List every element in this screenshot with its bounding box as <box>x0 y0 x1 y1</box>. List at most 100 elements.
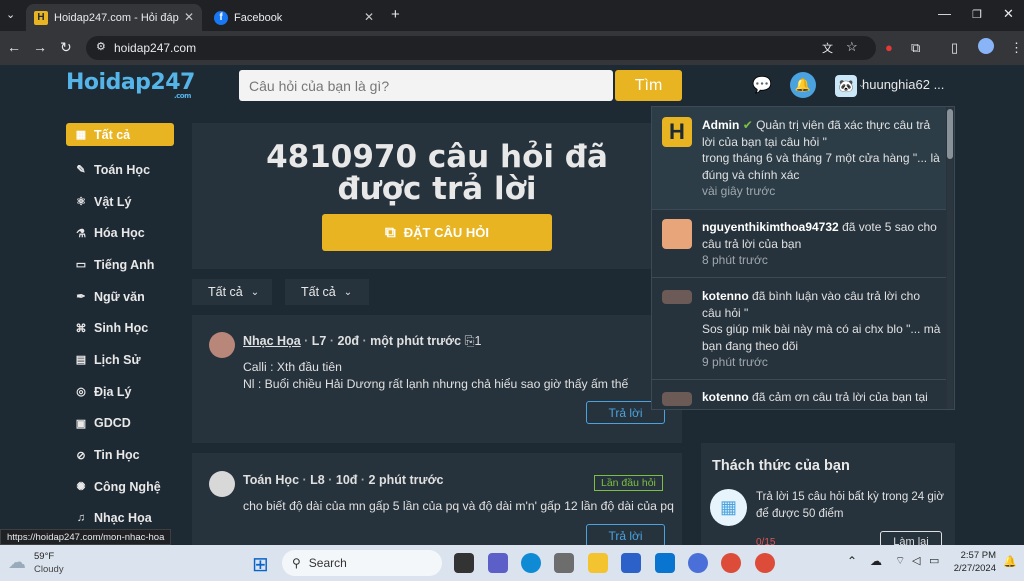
notification-item[interactable]: nguyenthikimthoa94732 đã vote 5 sao cho … <box>652 210 946 278</box>
weather-temp[interactable]: 59°F <box>34 551 54 562</box>
avatar[interactable]: 🐼 <box>835 75 857 97</box>
sidebar-item-informatics[interactable]: ⊘ Tin Học <box>66 439 174 471</box>
teams-icon[interactable] <box>488 553 508 573</box>
reload-icon[interactable]: ↻ <box>60 39 72 56</box>
sidebar-item-history[interactable]: ▤ Lịch Sử <box>66 344 174 376</box>
notification-bell-icon[interactable]: 🔔 <box>1003 555 1017 568</box>
question-card[interactable]: Toán Học · L8 · 10đ · 2 phút trước Lần đ… <box>192 453 682 547</box>
translate-icon[interactable]: 文 <box>822 40 833 56</box>
site-info-icon[interactable]: ⚙ <box>96 40 106 53</box>
sidebar-item-gdcd[interactable]: ▣ GDCD <box>66 408 174 440</box>
clock-time[interactable]: 2:57 PM <box>958 550 996 561</box>
extension-badge-icon[interactable]: ● <box>885 40 893 55</box>
close-tab-icon[interactable]: ✕ <box>364 10 374 24</box>
volume-icon[interactable]: ◁ <box>912 554 920 567</box>
file-explorer-icon[interactable] <box>588 553 608 573</box>
window-close-icon[interactable]: ✕ <box>1003 6 1014 22</box>
minimize-icon[interactable]: — <box>938 6 951 21</box>
question-card[interactable]: Nhạc Họa · L7 · 20đ · một phút trước ⎘1 … <box>192 315 682 443</box>
profile-avatar-icon[interactable] <box>978 38 994 54</box>
hoidap-favicon-icon: H <box>34 10 48 25</box>
chrome-menu-icon[interactable]: ⋮ <box>1010 40 1023 56</box>
weather-desc[interactable]: Cloudy <box>34 564 64 575</box>
notification-item[interactable]: H Admin ✔ Quản trị viên đã xác thực câu … <box>652 107 946 210</box>
battery-icon[interactable]: ▭ <box>929 554 939 567</box>
wifi-icon[interactable]: ⌔ <box>895 554 905 568</box>
forward-icon[interactable]: → <box>33 39 47 55</box>
question-time: một phút trước <box>370 334 462 348</box>
question-text[interactable]: cho biết độ dài của mn gấp 5 lần của pq … <box>243 498 674 515</box>
new-tab-icon[interactable]: + <box>391 6 400 23</box>
sidebar-item-english[interactable]: ▭ Tiếng Anh <box>66 249 174 281</box>
chrome-icon[interactable] <box>721 553 741 573</box>
question-subject[interactable]: Toán Học <box>243 473 299 487</box>
calculator-icon[interactable] <box>554 553 574 573</box>
sidebar-item-label: Tiếng Anh <box>94 257 155 272</box>
tab-hoidap247[interactable]: H Hoidap247.com - Hỏi đáp bài tập ✕ <box>26 4 202 31</box>
math-icon: ✎ <box>76 164 86 177</box>
restore-icon[interactable]: ❐ <box>972 8 982 21</box>
close-tab-icon[interactable]: ✕ <box>184 10 194 24</box>
search-input[interactable]: Câu hỏi của bạn là gì? <box>239 70 613 101</box>
taskbar-search[interactable]: ⚲ Search <box>282 550 442 576</box>
onedrive-icon[interactable]: ☁ <box>870 554 882 568</box>
task-view-icon[interactable] <box>454 553 474 573</box>
username[interactable]: huunghia62 ... <box>862 77 944 92</box>
chevron-up-icon[interactable]: ⌃ <box>847 554 857 568</box>
challenge-line: để được 50 điểm <box>756 508 844 520</box>
bookmark-star-icon[interactable]: ☆ <box>846 39 858 55</box>
side-panel-icon[interactable]: ▯ <box>951 40 958 56</box>
bell-icon[interactable]: 🔔 <box>790 72 816 98</box>
cloud-icon[interactable]: ☁ <box>8 552 26 573</box>
physics-icon: ⚛ <box>76 196 86 209</box>
sidebar-item-geography[interactable]: ◎ Địa Lý <box>66 376 174 408</box>
edge-icon[interactable] <box>521 553 541 573</box>
ask-question-button[interactable]: ⧉ ĐẶT CÂU HỎI <box>322 214 552 251</box>
avatar <box>662 219 692 249</box>
clock-date[interactable]: 2/27/2024 <box>950 563 996 574</box>
english-icon: ▭ <box>75 259 87 272</box>
sidebar-item-literature[interactable]: ✒ Ngữ văn <box>66 281 174 313</box>
chat-icon[interactable]: 💬 <box>752 75 772 95</box>
scrollbar-thumb[interactable] <box>947 109 953 159</box>
sidebar-item-all[interactable]: ▦ Tất cả <box>66 123 174 146</box>
url-bar[interactable]: ⚙ hoidap247.com 文 ☆ <box>86 36 876 60</box>
store-icon[interactable] <box>621 553 641 573</box>
windows-start-icon[interactable]: ⊞ <box>252 552 269 577</box>
hero-title-line1: 4810970 câu hỏi đã <box>266 139 608 175</box>
tab-list-icon[interactable]: ⌄ <box>6 8 15 21</box>
notification-item[interactable]: kotenno đã cảm ơn câu trả lời của bạn tạ… <box>652 380 946 409</box>
logo-suffix: .com <box>174 92 191 100</box>
question-meta: Toán Học · L8 · 10đ · 2 phút trước <box>243 473 444 487</box>
sidebar-item-label: Sinh Học <box>94 321 149 336</box>
app-icon[interactable] <box>688 553 708 573</box>
reply-button[interactable]: Trả lời <box>586 524 665 547</box>
question-text[interactable]: Calli : Xth đầu tiên Nl : Buổi chiều Hải… <box>243 359 628 393</box>
sidebar-item-physics[interactable]: ⚛ Vật Lý <box>66 186 174 218</box>
subject-filter-dropdown[interactable]: Tất cả ⌄ <box>192 279 272 305</box>
sidebar-item-biology[interactable]: ⌘ Sinh Học <box>66 312 174 344</box>
chrome-active-icon[interactable] <box>755 553 775 573</box>
question-subject[interactable]: Nhạc Họa <box>243 334 301 348</box>
search-button[interactable]: Tìm <box>615 70 682 101</box>
mail-icon[interactable] <box>655 553 675 573</box>
back-icon[interactable]: ← <box>7 39 21 55</box>
sidebar-item-technology[interactable]: ✺ Công Nghệ <box>66 471 174 503</box>
grade-filter-dropdown[interactable]: Tất cả ⌄ <box>285 279 369 305</box>
site-logo[interactable]: Hoidap247 .com <box>66 70 195 100</box>
sidebar-item-math[interactable]: ✎ Toán Học <box>66 154 174 186</box>
tab-facebook[interactable]: f Facebook ✕ <box>206 4 382 31</box>
question-line: Nl : Buổi chiều Hải Dương rất lạnh nhưng… <box>243 377 629 391</box>
sidebar-item-label: Vật Lý <box>94 194 132 209</box>
first-question-badge: Lần đầu hỏi <box>594 475 663 491</box>
sidebar-item-chemistry[interactable]: ⚗ Hóa Học <box>66 217 174 249</box>
facebook-favicon-icon: f <box>214 10 228 25</box>
ask-icon: ⧉ <box>385 224 396 241</box>
avatar[interactable] <box>209 332 235 358</box>
search-placeholder: Câu hỏi của bạn là gì? <box>249 77 390 94</box>
notification-item[interactable]: kotenno đã bình luận vào câu trả lời cho… <box>652 278 946 380</box>
avatar[interactable] <box>209 471 235 497</box>
grid-icon: ▦ <box>75 129 87 141</box>
filter-label: Tất cả <box>208 285 243 299</box>
extensions-icon[interactable]: ⧉ <box>911 40 920 56</box>
